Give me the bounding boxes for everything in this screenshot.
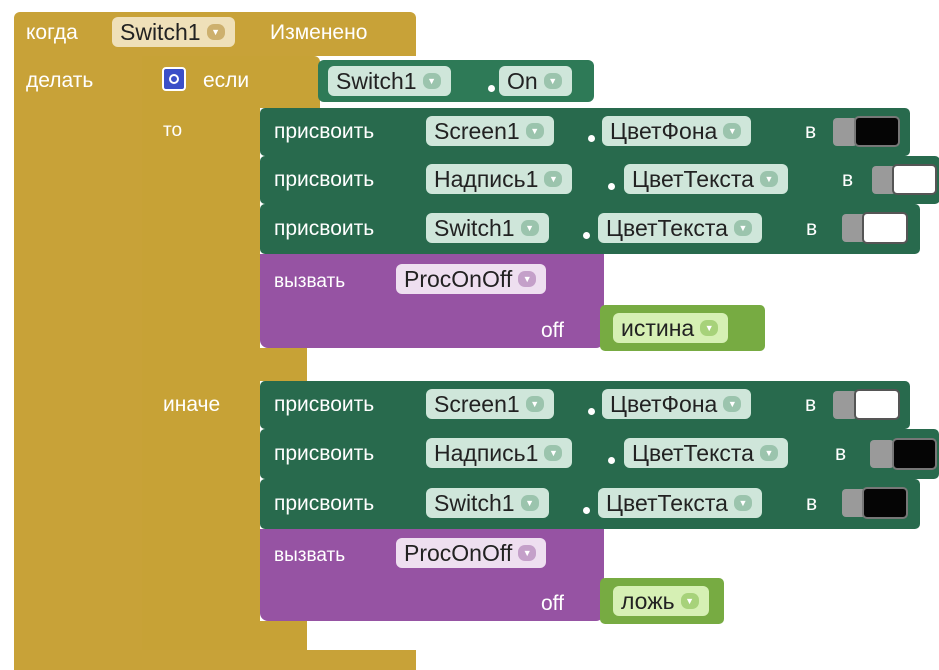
triangle-down-icon: ▼: [723, 123, 742, 139]
to-label: в: [835, 442, 847, 465]
setter-component-dropdown[interactable]: Надпись1 ▼: [426, 438, 573, 468]
setter-property-value: ЦветФона: [610, 390, 718, 417]
member-dot: [583, 232, 590, 239]
setter-property-dropdown[interactable]: ЦветТекста ▼: [598, 488, 762, 518]
true-value-dropdown[interactable]: истина ▼: [613, 313, 729, 343]
triangle-down-icon: ▼: [518, 545, 537, 561]
triangle-down-icon: ▼: [422, 73, 441, 89]
setter-component-value: Надпись1: [434, 439, 539, 466]
condition-property-dropdown[interactable]: On ▼: [499, 66, 572, 96]
event-component-value: Switch1: [120, 18, 201, 45]
setter-property-dropdown[interactable]: ЦветТекста ▼: [624, 164, 788, 194]
procedure-value: ProcOnOff: [404, 265, 513, 292]
setter-component-value: Screen1: [434, 117, 520, 144]
setter-property-value: ЦветТекста: [606, 214, 728, 241]
triangle-down-icon: ▼: [733, 495, 752, 511]
arg-name-label: off: [541, 592, 564, 615]
triangle-down-icon: ▼: [520, 495, 539, 511]
color-swatch-black[interactable]: [892, 438, 937, 470]
call-label: вызвать: [274, 545, 346, 566]
color-swatch-black[interactable]: [854, 116, 900, 147]
then-label: то: [163, 120, 183, 141]
color-swatch-white[interactable]: [862, 212, 908, 244]
setter-property-value: ЦветФона: [610, 117, 718, 144]
if-label: если: [203, 69, 250, 92]
procedure-value: ProcOnOff: [404, 539, 513, 566]
setter-component-value: Switch1: [434, 214, 515, 241]
call-label: вызвать: [274, 271, 346, 292]
triangle-down-icon: ▼: [544, 171, 563, 187]
triangle-down-icon: ▼: [723, 396, 742, 412]
to-label: в: [806, 217, 818, 240]
to-label: в: [806, 492, 818, 515]
member-dot: [588, 408, 595, 415]
true-value: истина: [621, 314, 695, 341]
triangle-down-icon: ▼: [520, 220, 539, 236]
setter-component-dropdown[interactable]: Switch1 ▼: [426, 488, 549, 518]
color-swatch-white[interactable]: [854, 389, 900, 420]
arg-name-label: off: [541, 319, 564, 342]
procedure-dropdown[interactable]: ProcOnOff ▼: [396, 538, 547, 568]
setter-component-dropdown[interactable]: Screen1 ▼: [426, 116, 554, 146]
setter-property-dropdown[interactable]: ЦветФона ▼: [602, 116, 752, 146]
setter-property-value: ЦветТекста: [632, 439, 754, 466]
setter-component-value: Screen1: [434, 390, 520, 417]
false-value-dropdown[interactable]: ложь ▼: [613, 586, 709, 616]
setter-component-dropdown[interactable]: Switch1 ▼: [426, 213, 549, 243]
condition-component-dropdown[interactable]: Switch1 ▼: [328, 66, 451, 96]
set-label: присвоить: [274, 442, 375, 465]
member-dot: [608, 457, 615, 464]
event-block-footer: [14, 650, 416, 670]
member-dot: [488, 85, 495, 92]
triangle-down-icon: ▼: [733, 220, 752, 236]
gear-icon-center: [169, 74, 179, 84]
procedure-dropdown[interactable]: ProcOnOff ▼: [396, 264, 547, 294]
set-label: присвоить: [274, 120, 375, 143]
color-swatch-white[interactable]: [892, 164, 937, 195]
event-block-body: [14, 50, 142, 662]
triangle-down-icon: ▼: [525, 123, 544, 139]
member-dot: [583, 507, 590, 514]
triangle-down-icon: ▼: [525, 396, 544, 412]
if-block-end: [142, 621, 307, 650]
color-block-connector: [870, 440, 894, 468]
when-label: когда: [26, 21, 78, 44]
triangle-down-icon: ▼: [206, 24, 225, 40]
triangle-down-icon: ▼: [544, 445, 563, 461]
setter-component-value: Надпись1: [434, 165, 539, 192]
to-label: в: [805, 120, 817, 143]
set-label: присвоить: [274, 393, 375, 416]
triangle-down-icon: ▼: [543, 73, 562, 89]
triangle-down-icon: ▼: [700, 320, 719, 336]
setter-component-dropdown[interactable]: Надпись1 ▼: [426, 164, 573, 194]
event-name-label: Изменено: [270, 21, 368, 44]
member-dot: [608, 183, 615, 190]
false-value: ложь: [621, 587, 675, 614]
setter-property-value: ЦветТекста: [606, 489, 728, 516]
setter-property-dropdown[interactable]: ЦветФона ▼: [602, 389, 752, 419]
triangle-down-icon: ▼: [759, 171, 778, 187]
setter-component-dropdown[interactable]: Screen1 ▼: [426, 389, 554, 419]
set-label: присвоить: [274, 492, 375, 515]
setter-property-dropdown[interactable]: ЦветТекста ▼: [598, 213, 762, 243]
condition-property-value: On: [507, 67, 538, 94]
condition-component-value: Switch1: [336, 67, 417, 94]
set-label: присвоить: [274, 168, 375, 191]
to-label: в: [805, 393, 817, 416]
gear-icon[interactable]: [162, 67, 186, 91]
color-swatch-black[interactable]: [862, 487, 908, 519]
to-label: в: [842, 168, 854, 191]
do-label: делать: [26, 69, 94, 92]
member-dot: [588, 135, 595, 142]
triangle-down-icon: ▼: [759, 445, 778, 461]
triangle-down-icon: ▼: [680, 593, 699, 609]
triangle-down-icon: ▼: [518, 271, 537, 287]
then-statement-end: [142, 348, 307, 381]
event-component-dropdown[interactable]: Switch1 ▼: [112, 17, 235, 47]
setter-property-dropdown[interactable]: ЦветТекста ▼: [624, 438, 788, 468]
set-label: присвоить: [274, 217, 375, 240]
setter-component-value: Switch1: [434, 489, 515, 516]
else-label: иначе: [163, 393, 221, 416]
setter-property-value: ЦветТекста: [632, 165, 754, 192]
